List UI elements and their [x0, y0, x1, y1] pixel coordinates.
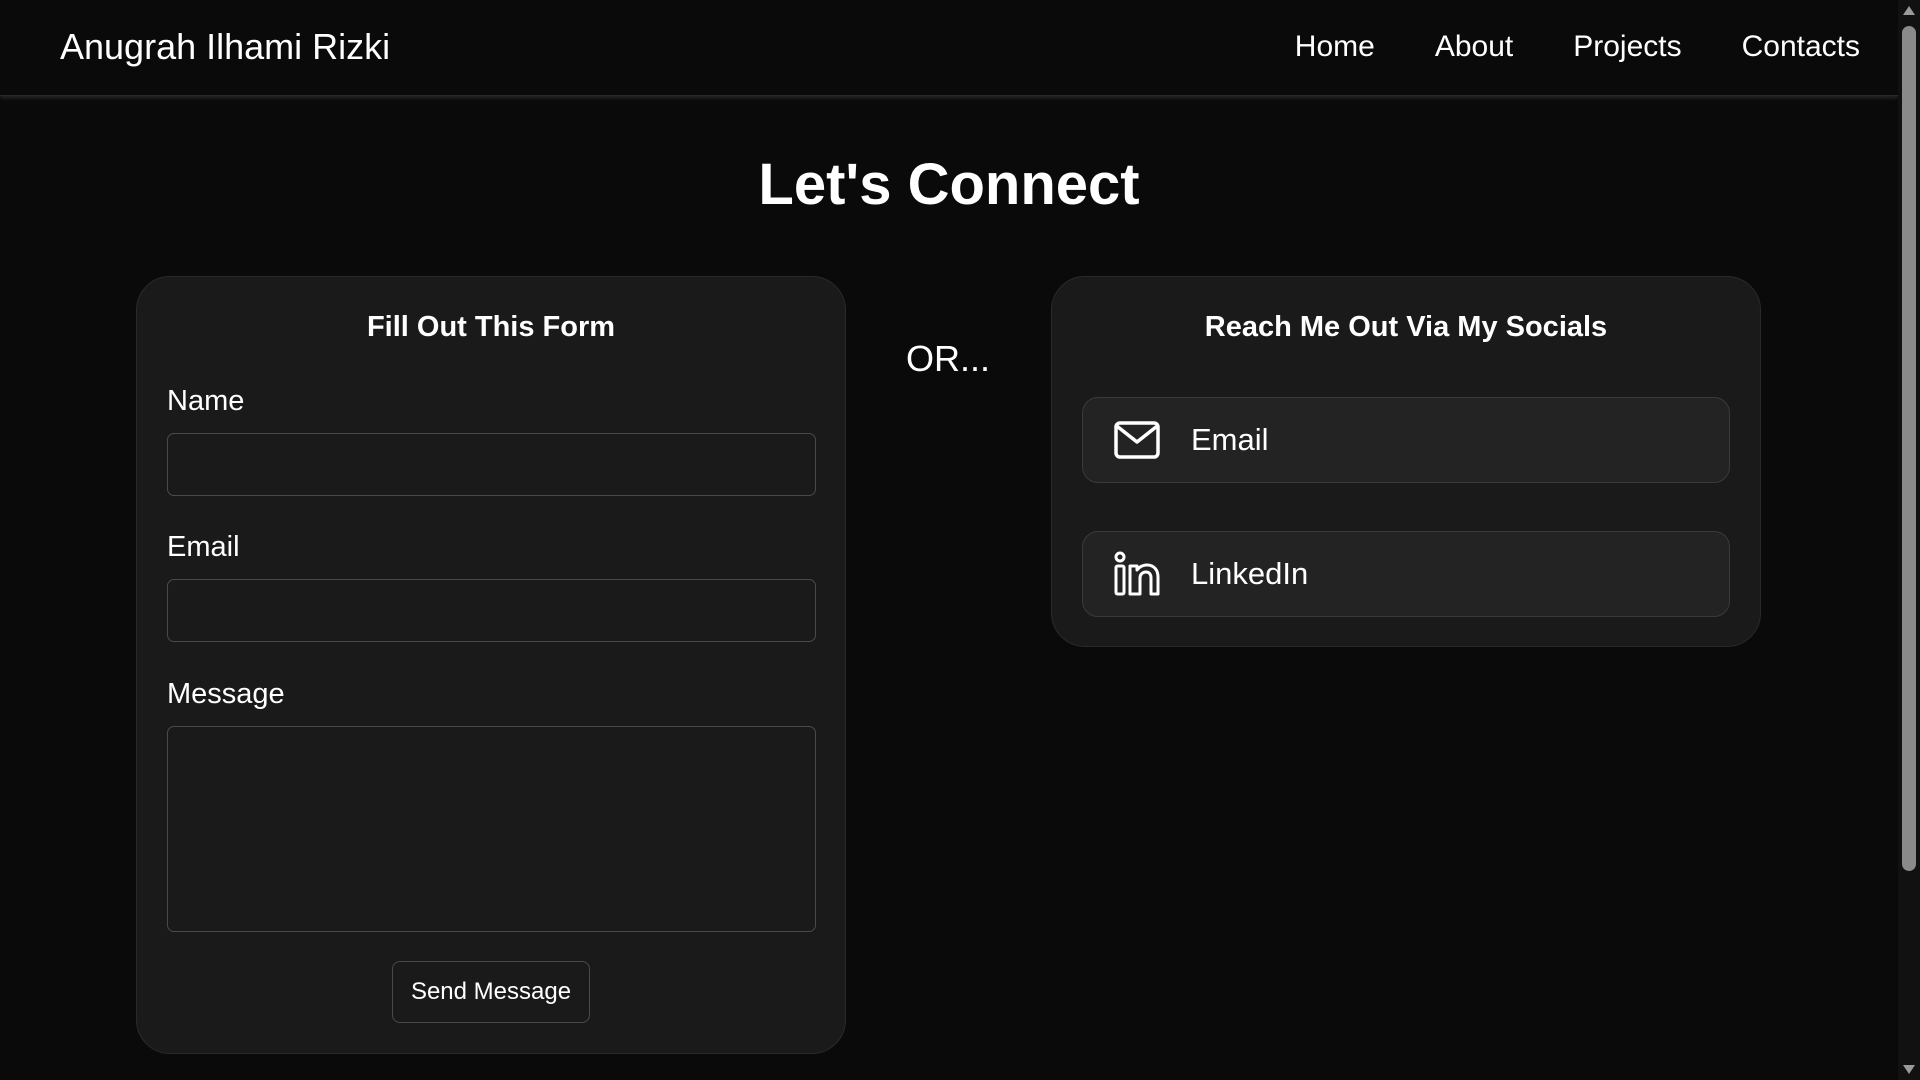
scroll-up-arrow-icon[interactable] [1903, 6, 1915, 15]
form-title: Fill Out This Form [366, 311, 616, 343]
social-link-linkedin[interactable]: LinkedIn [1082, 531, 1730, 617]
or-separator: OR... [906, 338, 991, 379]
page: Anugrah Ilhami Rizki Home About Projects… [0, 0, 1920, 1080]
envelope-icon [1113, 416, 1161, 464]
email-label: Email [167, 531, 240, 563]
linkedin-icon [1113, 550, 1161, 598]
message-label: Message [167, 678, 285, 710]
socials-card: Reach Me Out Via My Socials Email Linked… [1051, 276, 1761, 647]
vertical-scrollbar[interactable] [1898, 0, 1920, 1080]
nav-link-about[interactable]: About [1435, 26, 1513, 68]
nav-link-projects[interactable]: Projects [1573, 26, 1681, 68]
social-label-email: Email [1191, 422, 1269, 457]
message-textarea[interactable] [167, 726, 816, 932]
nav-link-contacts[interactable]: Contacts [1742, 26, 1860, 68]
send-message-button[interactable]: Send Message [392, 961, 590, 1023]
navbar: Anugrah Ilhami Rizki Home About Projects… [0, 0, 1898, 96]
scroll-thumb[interactable] [1902, 26, 1916, 871]
contact-form-card: Fill Out This Form Name Email Message Se… [136, 276, 846, 1054]
name-input[interactable] [167, 433, 816, 496]
brand-name[interactable]: Anugrah Ilhami Rizki [60, 25, 390, 69]
socials-title: Reach Me Out Via My Socials [1204, 311, 1608, 343]
email-input[interactable] [167, 579, 816, 642]
social-label-linkedin: LinkedIn [1191, 556, 1309, 591]
social-link-email[interactable]: Email [1082, 397, 1730, 483]
scroll-down-arrow-icon[interactable] [1903, 1065, 1915, 1074]
name-label: Name [167, 385, 245, 417]
nav-links: Home About Projects Contacts [1295, 26, 1860, 68]
page-title: Let's Connect [758, 152, 1140, 217]
nav-link-home[interactable]: Home [1295, 26, 1375, 68]
